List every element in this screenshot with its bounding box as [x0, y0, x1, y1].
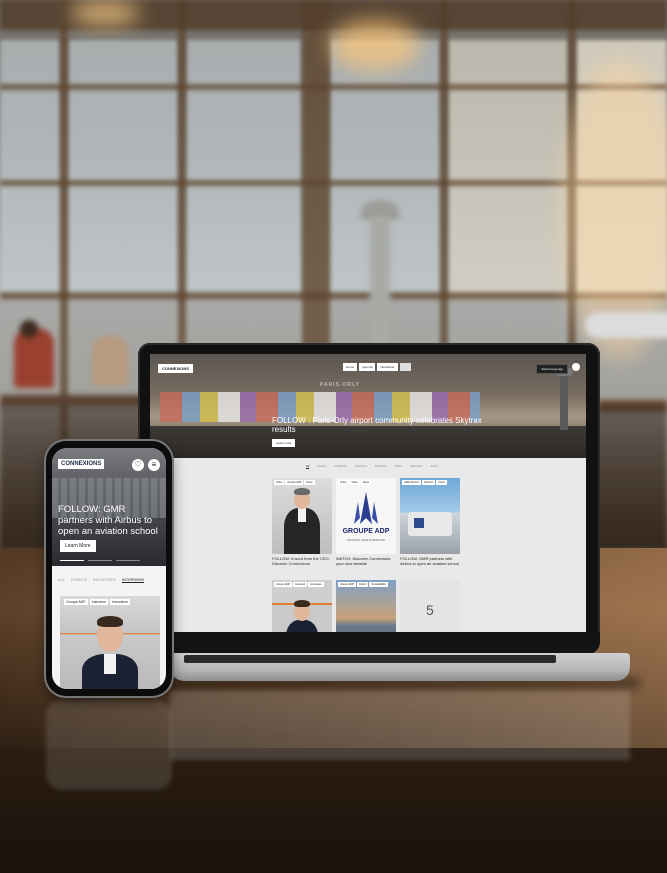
- card-caption: WATCH: Discover Connexions, your new web…: [336, 556, 392, 566]
- nav-agenda[interactable]: Agenda: [359, 363, 376, 371]
- tab-webinars[interactable]: Webinars: [410, 464, 423, 469]
- article-card[interactable]: 5: [400, 580, 460, 632]
- category-tabs: All Events Initiatives Interview Partner…: [306, 464, 438, 469]
- card-tags: Groupe ADP Interview Innovation: [64, 599, 130, 605]
- article-card[interactable]: GMR Airports Partners News FOLLOW: GMR par…: [400, 478, 460, 566]
- tab-interview[interactable]: Interview: [355, 464, 367, 469]
- nav-newsletter[interactable]: Newsletter: [377, 363, 398, 371]
- nav-home[interactable]: Home: [343, 363, 358, 371]
- tab-events[interactable]: Events: [317, 464, 326, 469]
- groupe-adp-logo: Video Video News GROUPE ADP SHAPING NEW HO…: [336, 478, 396, 554]
- article-card[interactable]: Video Groupe ADP News FOLLOW: A word from …: [272, 478, 332, 566]
- learn-more-button[interactable]: Learn more: [272, 439, 296, 447]
- tab-initiatives[interactable]: Initiatives: [335, 464, 348, 469]
- tab-events[interactable]: EVENTS: [71, 577, 87, 583]
- top-nav: Home Agenda Newsletter: [343, 363, 411, 371]
- carousel-indicators[interactable]: [60, 560, 140, 561]
- stat-number: 5: [426, 602, 434, 618]
- tab-all[interactable]: All: [306, 464, 310, 469]
- article-card[interactable]: Video Video News GROUPE ADP SHAPING NEW HO…: [336, 478, 396, 566]
- brand-name: GROUPE ADP: [342, 528, 390, 535]
- tag-groupe-adp[interactable]: Groupe ADP: [64, 599, 88, 605]
- site-logo[interactable]: CONNEXIONS: [58, 459, 105, 469]
- tab-zoom[interactable]: Zoom: [431, 464, 439, 469]
- article-card[interactable]: Groupe ADP Airport Sustainability: [336, 580, 396, 632]
- bell-icon[interactable]: ♡: [132, 459, 144, 471]
- menu-icon[interactable]: ≡: [148, 459, 160, 471]
- hero-headline: FOLLOW : Paris-Orly airport community ce…: [272, 416, 482, 434]
- laptop-keyboard: [184, 655, 556, 663]
- tab-video[interactable]: Video: [394, 464, 402, 469]
- phone-screen: CONNEXIONS ♡ ≡ FOLLOW: GMR partners with…: [52, 448, 166, 689]
- ceo-photo: Video Groupe ADP News: [272, 478, 332, 554]
- learn-more-button[interactable]: Learn More: [60, 540, 96, 552]
- category-tabs: ALL EVENTS INITIATIVES INTERVIEW: [58, 577, 144, 583]
- card-caption: FOLLOW: A word from the CEO, Discover Co…: [272, 556, 330, 566]
- brand-tagline: SHAPING NEW HORIZONS: [346, 538, 385, 542]
- article-card[interactable]: Groupe ADP Interview Innovation: [272, 580, 332, 632]
- hero-place-label: PARIS-ORLY: [320, 382, 361, 388]
- menu-icon[interactable]: [572, 363, 580, 371]
- tab-partners[interactable]: Partners: [375, 464, 386, 469]
- aviation-school-photo: GMR Airports Partners News: [400, 478, 460, 554]
- person-silhouette: [14, 328, 54, 388]
- tab-interview[interactable]: INTERVIEW: [121, 577, 144, 583]
- card-caption: FOLLOW: GMR partners with Airbus to open…: [400, 556, 459, 566]
- search-icon[interactable]: [399, 363, 411, 371]
- laptop-screen: PARIS-ORLY CONNEXIONS Home Agenda Newsle…: [150, 354, 586, 632]
- site-logo[interactable]: CONNEXIONS: [158, 364, 193, 373]
- airplane: [585, 312, 667, 338]
- tag-innovation[interactable]: Innovation: [109, 599, 130, 605]
- language-select[interactable]: Select language: [536, 364, 568, 374]
- interview-card[interactable]: Groupe ADP Interview Innovation: [60, 596, 160, 689]
- stat-card: 5: [400, 580, 460, 632]
- tab-initiatives[interactable]: INITIATIVES: [93, 577, 116, 583]
- hero-headline: FOLLOW: GMR partners with Airbus to open…: [58, 504, 158, 537]
- control-tower: [360, 200, 400, 220]
- tag-interview[interactable]: Interview: [89, 599, 108, 605]
- interview-photo: Groupe ADP Interview Innovation: [272, 580, 332, 632]
- airport-photo: Groupe ADP Airport Sustainability: [336, 580, 396, 632]
- tab-all[interactable]: ALL: [58, 577, 65, 583]
